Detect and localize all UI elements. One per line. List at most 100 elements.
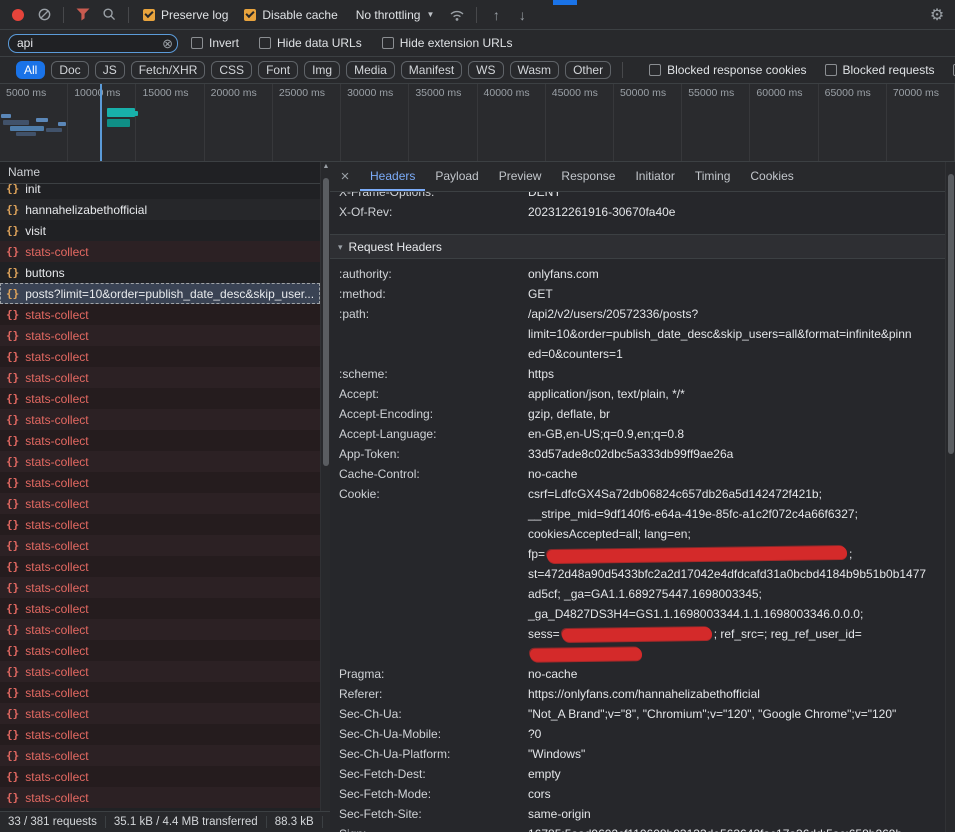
- tab-initiator[interactable]: Initiator: [625, 162, 684, 191]
- request-row[interactable]: {}buttons: [0, 262, 320, 283]
- braces-icon: {}: [6, 728, 19, 741]
- request-row[interactable]: {}stats-collect: [0, 325, 320, 346]
- request-row[interactable]: {}stats-collect: [0, 493, 320, 514]
- header-name: Accept-Language:: [330, 424, 528, 444]
- filter-input-wrap: ⊗: [8, 34, 178, 53]
- request-row[interactable]: {}stats-collect: [0, 703, 320, 724]
- filter-option-checkbox[interactable]: Blocked requests: [825, 63, 935, 77]
- request-row[interactable]: {}stats-collect: [0, 367, 320, 388]
- request-row[interactable]: {}stats-collect: [0, 598, 320, 619]
- hide-extension-urls-checkbox[interactable]: Hide extension URLs: [382, 36, 513, 50]
- clear-filter-icon[interactable]: ⊗: [162, 36, 173, 51]
- tab-payload[interactable]: Payload: [425, 162, 488, 191]
- request-row[interactable]: {}stats-collect: [0, 535, 320, 556]
- request-row[interactable]: {}stats-collect: [0, 472, 320, 493]
- clear-button[interactable]: [32, 3, 56, 27]
- request-row[interactable]: {}stats-collect: [0, 451, 320, 472]
- toolbar-divider: [63, 7, 64, 23]
- braces-icon: {}: [6, 644, 19, 657]
- transferred-size: 35.1 kB / 4.4 MB transferred: [106, 816, 267, 828]
- braces-icon: {}: [6, 665, 19, 678]
- request-row[interactable]: {}stats-collect: [0, 661, 320, 682]
- preserve-log-checkbox[interactable]: Preserve log: [143, 8, 228, 22]
- request-row[interactable]: {}stats-collect: [0, 745, 320, 766]
- filter-option-checkbox[interactable]: Blocked response cookies: [649, 63, 806, 77]
- request-row[interactable]: {}stats-collect: [0, 346, 320, 367]
- tab-response[interactable]: Response: [551, 162, 625, 191]
- request-row[interactable]: {}stats-collect: [0, 787, 320, 808]
- settings-button[interactable]: ⚙: [925, 3, 949, 27]
- hide-data-urls-checkbox[interactable]: Hide data URLs: [259, 36, 362, 50]
- toolbar-divider: [622, 62, 623, 78]
- filter-toggle-button[interactable]: [71, 3, 95, 27]
- scrollbar-thumb[interactable]: [948, 174, 954, 454]
- header-value: DENY: [528, 192, 945, 202]
- type-chip-manifest[interactable]: Manifest: [401, 61, 462, 79]
- tab-cookies[interactable]: Cookies: [740, 162, 803, 191]
- request-row[interactable]: {}stats-collect: [0, 619, 320, 640]
- invert-checkbox[interactable]: Invert: [191, 36, 239, 50]
- request-row[interactable]: {}stats-collect: [0, 430, 320, 451]
- overview-bars: [0, 84, 955, 161]
- type-chip-js[interactable]: JS: [95, 61, 125, 79]
- request-list-body: Name {}init{}hannahelizabethofficial{}vi…: [0, 162, 330, 811]
- type-chip-ws[interactable]: WS: [468, 61, 503, 79]
- type-chip-media[interactable]: Media: [346, 61, 395, 79]
- request-row[interactable]: {}stats-collect: [0, 766, 320, 787]
- checkbox-checked-icon: [244, 9, 256, 21]
- request-headers-section-header[interactable]: ▾ Request Headers: [330, 234, 945, 259]
- request-list-scrollbar[interactable]: ▲: [320, 162, 330, 811]
- request-row[interactable]: {}stats-collect: [0, 241, 320, 262]
- scrollbar-thumb[interactable]: [323, 178, 329, 466]
- import-har-button[interactable]: ↑: [484, 3, 508, 27]
- throttling-select[interactable]: No throttling ▼: [356, 8, 435, 22]
- request-row[interactable]: {}stats-collect: [0, 304, 320, 325]
- checkbox-label: Blocked requests: [843, 63, 935, 77]
- type-chip-other[interactable]: Other: [565, 61, 611, 79]
- type-chip-doc[interactable]: Doc: [51, 61, 88, 79]
- header-row: X-Frame-Options:DENY: [330, 192, 945, 202]
- name-column-header[interactable]: Name: [0, 162, 320, 184]
- request-row[interactable]: {}visit: [0, 220, 320, 241]
- request-row[interactable]: {}posts?limit=10&order=publish_date_desc…: [0, 283, 320, 304]
- type-chip-img[interactable]: Img: [304, 61, 340, 79]
- request-row[interactable]: {}stats-collect: [0, 724, 320, 745]
- disable-cache-checkbox[interactable]: Disable cache: [244, 8, 337, 22]
- header-value-line: sess=; ref_src=; reg_ref_user_id=: [528, 624, 933, 664]
- type-chip-wasm[interactable]: Wasm: [510, 61, 560, 79]
- type-chip-fetch-xhr[interactable]: Fetch/XHR: [131, 61, 206, 79]
- type-filter-chips: All Doc JS Fetch/XHR CSS Font Img Media Manifest…: [16, 61, 611, 79]
- request-row[interactable]: {}stats-collect: [0, 640, 320, 661]
- request-row[interactable]: {}stats-collect: [0, 577, 320, 598]
- scroll-up-icon[interactable]: ▲: [321, 163, 331, 170]
- braces-icon: {}: [6, 707, 19, 720]
- overview-activity-bar: [1, 114, 11, 118]
- overview-activity-bar: [3, 120, 29, 125]
- export-har-button[interactable]: ↓: [510, 3, 534, 27]
- request-name: stats-collect: [25, 371, 88, 385]
- details-scrollbar[interactable]: [945, 162, 955, 832]
- overview-cursor: [100, 84, 102, 161]
- network-conditions-button[interactable]: [445, 3, 469, 27]
- request-row[interactable]: {}stats-collect: [0, 388, 320, 409]
- request-row[interactable]: {}stats-collect: [0, 409, 320, 430]
- overview-timeline[interactable]: 5000 ms10000 ms15000 ms20000 ms25000 ms3…: [0, 84, 955, 162]
- request-row[interactable]: {}stats-collect: [0, 556, 320, 577]
- request-name: stats-collect: [25, 497, 88, 511]
- close-details-button[interactable]: ×: [330, 162, 360, 191]
- tab-timing[interactable]: Timing: [685, 162, 741, 191]
- type-chip-css[interactable]: CSS: [211, 61, 252, 79]
- filter-input[interactable]: [8, 34, 178, 53]
- tab-preview[interactable]: Preview: [489, 162, 552, 191]
- tab-headers[interactable]: Headers: [360, 162, 425, 191]
- request-row[interactable]: {}stats-collect: [0, 514, 320, 535]
- request-row[interactable]: {}init: [0, 184, 320, 199]
- record-button[interactable]: [6, 3, 30, 27]
- type-chip-all[interactable]: All: [16, 61, 45, 79]
- request-row[interactable]: {}hannahelizabethofficial: [0, 199, 320, 220]
- request-row[interactable]: {}stats-collect: [0, 682, 320, 703]
- braces-icon: {}: [6, 308, 19, 321]
- type-chip-font[interactable]: Font: [258, 61, 298, 79]
- header-name: :method:: [330, 284, 528, 304]
- search-button[interactable]: [97, 3, 121, 27]
